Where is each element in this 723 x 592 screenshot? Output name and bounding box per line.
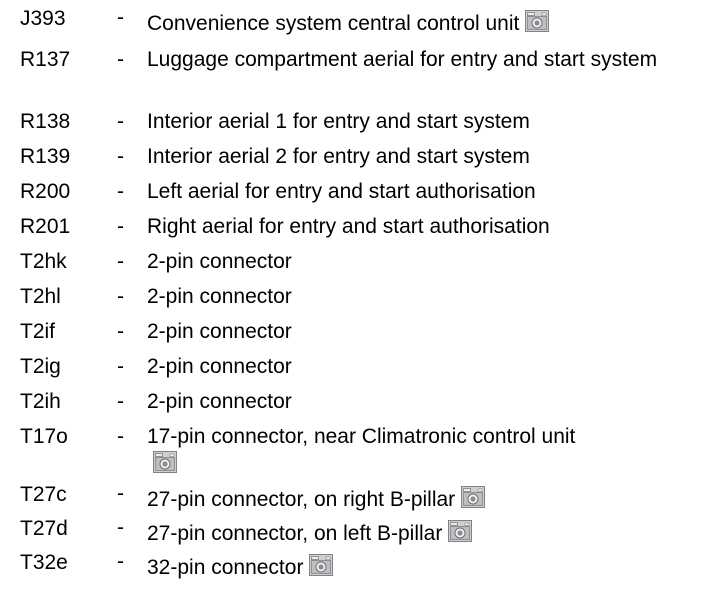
legend-code: T32e xyxy=(20,551,68,574)
legend-dash: - xyxy=(117,6,124,29)
camera-icon[interactable] xyxy=(309,554,333,576)
legend-dash: - xyxy=(117,355,124,378)
legend-code: R139 xyxy=(20,145,71,168)
legend-dash: - xyxy=(117,482,124,505)
legend-description: Luggage compartment aerial for entry and… xyxy=(147,48,658,71)
legend-code: T2ih xyxy=(20,390,61,413)
legend-code: J393 xyxy=(20,7,66,30)
legend-description: 17-pin connector, near Climatronic contr… xyxy=(147,425,576,448)
camera-icon[interactable] xyxy=(448,520,472,542)
legend-dash: - xyxy=(117,320,124,343)
legend-description: 2-pin connector xyxy=(147,390,292,413)
legend-description: 2-pin connector xyxy=(147,285,292,308)
legend-code: T17o xyxy=(20,425,68,448)
legend-dash: - xyxy=(117,390,124,413)
legend-dash: - xyxy=(117,110,124,133)
legend-code: T2hl xyxy=(20,285,61,308)
legend-description-wrap: 32-pin connector xyxy=(147,554,707,580)
legend-dash: - xyxy=(117,550,124,573)
legend-description-wrap: 27-pin connector, on left B-pillar xyxy=(147,520,707,546)
legend-code: T2if xyxy=(20,320,56,343)
camera-icon[interactable] xyxy=(461,486,485,508)
legend-description-wrap: Convenience system central control unit xyxy=(147,10,707,36)
legend-dash: - xyxy=(117,425,124,448)
legend-dash: - xyxy=(117,48,124,71)
legend-description: Interior aerial 1 for entry and start sy… xyxy=(147,110,530,133)
legend-dash: - xyxy=(117,250,124,273)
legend-description: Convenience system central control unit xyxy=(147,12,520,35)
legend-dash: - xyxy=(117,215,124,238)
legend-dash: - xyxy=(117,180,124,203)
legend-description-wrap: 17-pin connector, near Climatronic contr… xyxy=(147,424,707,479)
legend-code: R137 xyxy=(20,48,71,71)
legend-code: T27d xyxy=(20,517,68,540)
legend-code: R200 xyxy=(20,180,71,203)
legend-description: 2-pin connector xyxy=(147,355,292,378)
legend-description: 27-pin connector, on left B-pillar xyxy=(147,522,443,545)
legend-dash: - xyxy=(117,516,124,539)
legend-code: T2hk xyxy=(20,250,67,273)
legend-dash: - xyxy=(117,285,124,308)
legend-description: Right aerial for entry and start authori… xyxy=(147,215,550,238)
legend-description: 2-pin connector xyxy=(147,250,292,273)
legend-description: Left aerial for entry and start authoris… xyxy=(147,180,536,203)
legend-description: 32-pin connector xyxy=(147,556,304,579)
legend-description: Interior aerial 2 for entry and start sy… xyxy=(147,145,530,168)
legend-code: R138 xyxy=(20,110,71,133)
camera-icon[interactable] xyxy=(153,451,707,479)
legend-code: R201 xyxy=(20,215,71,238)
legend-description: 2-pin connector xyxy=(147,320,292,343)
legend-code: T2ig xyxy=(20,355,61,378)
legend-dash: - xyxy=(117,145,124,168)
legend-description-wrap: 27-pin connector, on right B-pillar xyxy=(147,486,707,512)
camera-icon[interactable] xyxy=(525,10,549,32)
legend-code: T27c xyxy=(20,483,67,506)
legend-description: 27-pin connector, on right B-pillar xyxy=(147,488,456,511)
